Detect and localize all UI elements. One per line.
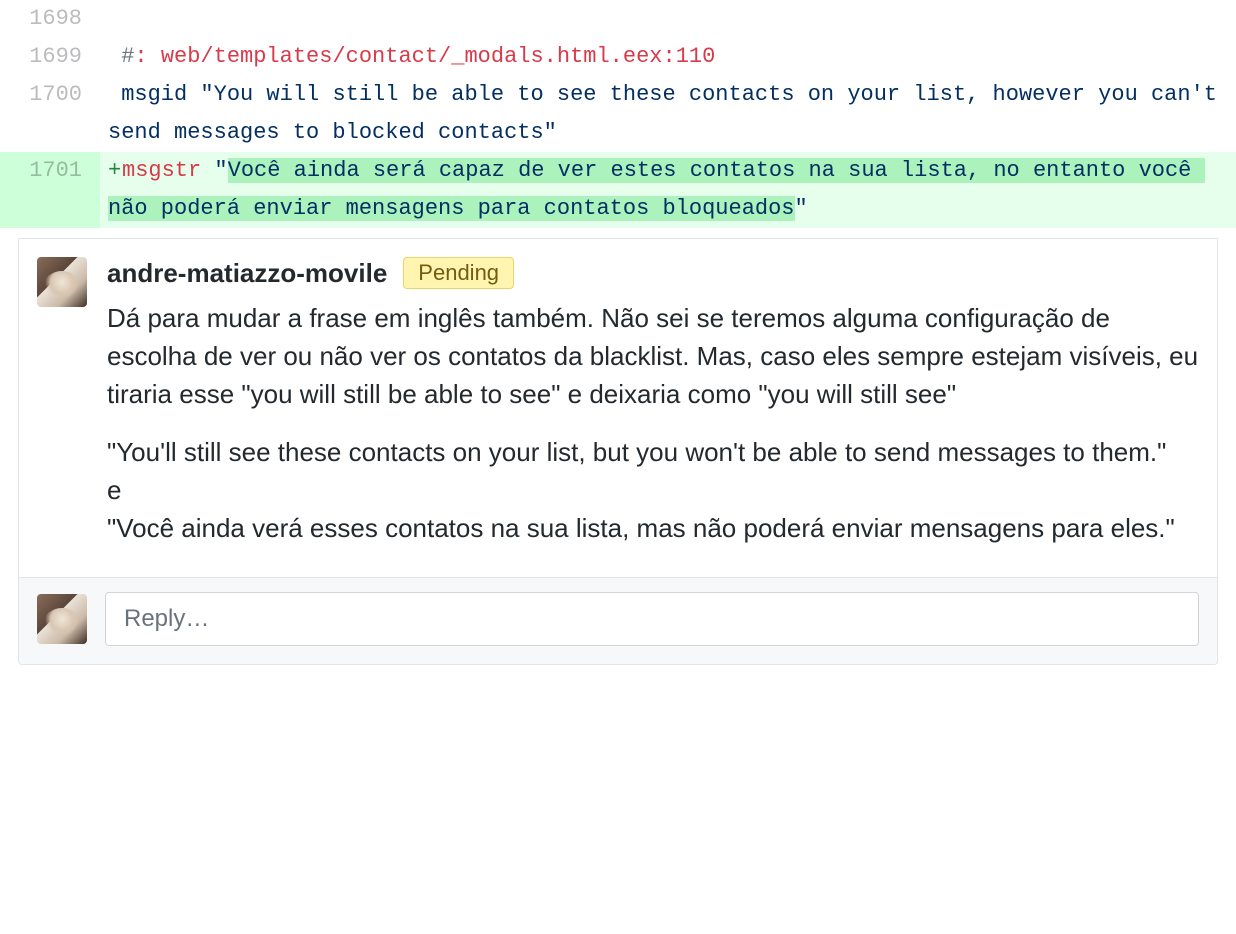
- string-literal: "You will still be able to see these con…: [108, 82, 1230, 145]
- diff-line-addition: 1701 +msgstr "Você ainda será capaz de v…: [0, 152, 1236, 228]
- comment-text: Dá para mudar a frase em inglês também. …: [107, 299, 1199, 547]
- line-number: 1699: [0, 38, 100, 76]
- review-comment: andre-matiazzo-movile Pending Dá para mu…: [19, 239, 1217, 577]
- comment-author[interactable]: andre-matiazzo-movile: [107, 258, 387, 289]
- quote-open: ": [214, 158, 227, 183]
- diff-line: 1699 #: web/templates/contact/_modals.ht…: [0, 38, 1236, 76]
- comment-path: web/templates/contact/_modals.html.eex:1…: [161, 44, 716, 69]
- space: [187, 82, 200, 107]
- space: [201, 158, 214, 183]
- quote-close: ": [795, 196, 808, 221]
- diff-line: 1698: [0, 0, 1236, 38]
- line-number: 1701: [0, 152, 100, 228]
- code-cell: #: web/templates/contact/_modals.html.ee…: [100, 38, 1236, 76]
- comment-paragraph: "You'll still see these contacts on your…: [107, 433, 1199, 547]
- review-comment-block: andre-matiazzo-movile Pending Dá para mu…: [18, 238, 1218, 665]
- comment-paragraph: Dá para mudar a frase em inglês também. …: [107, 299, 1199, 413]
- comment-line: "Você ainda verá esses contatos na sua l…: [107, 513, 1175, 543]
- reply-row: [19, 577, 1217, 664]
- string-highlight: Você ainda será capaz de ver estes conta…: [108, 158, 1205, 221]
- diff-line: 1700 msgid "You will still be able to se…: [0, 76, 1236, 152]
- code-cell: msgid "You will still be able to see the…: [100, 76, 1236, 152]
- comment-hash: #: [121, 44, 134, 69]
- keyword-msgstr: msgstr: [122, 158, 201, 183]
- comment-line: e: [107, 475, 121, 505]
- comment-line: "You'll still see these contacts on your…: [107, 437, 1166, 467]
- line-number: 1698: [0, 0, 100, 38]
- comment-body: andre-matiazzo-movile Pending Dá para mu…: [107, 257, 1199, 547]
- reply-input[interactable]: [105, 592, 1199, 646]
- pending-badge: Pending: [403, 257, 514, 289]
- code-cell: [100, 0, 1236, 38]
- comment-colon: :: [134, 44, 160, 69]
- avatar[interactable]: [37, 257, 87, 307]
- keyword-msgid: msgid: [121, 82, 187, 107]
- code-cell: +msgstr "Você ainda será capaz de ver es…: [100, 152, 1236, 228]
- avatar[interactable]: [37, 594, 87, 644]
- comment-header: andre-matiazzo-movile Pending: [107, 257, 1199, 289]
- addition-marker: +: [108, 152, 122, 190]
- diff-table: 1698 1699 #: web/templates/contact/_moda…: [0, 0, 1236, 228]
- line-number: 1700: [0, 76, 100, 152]
